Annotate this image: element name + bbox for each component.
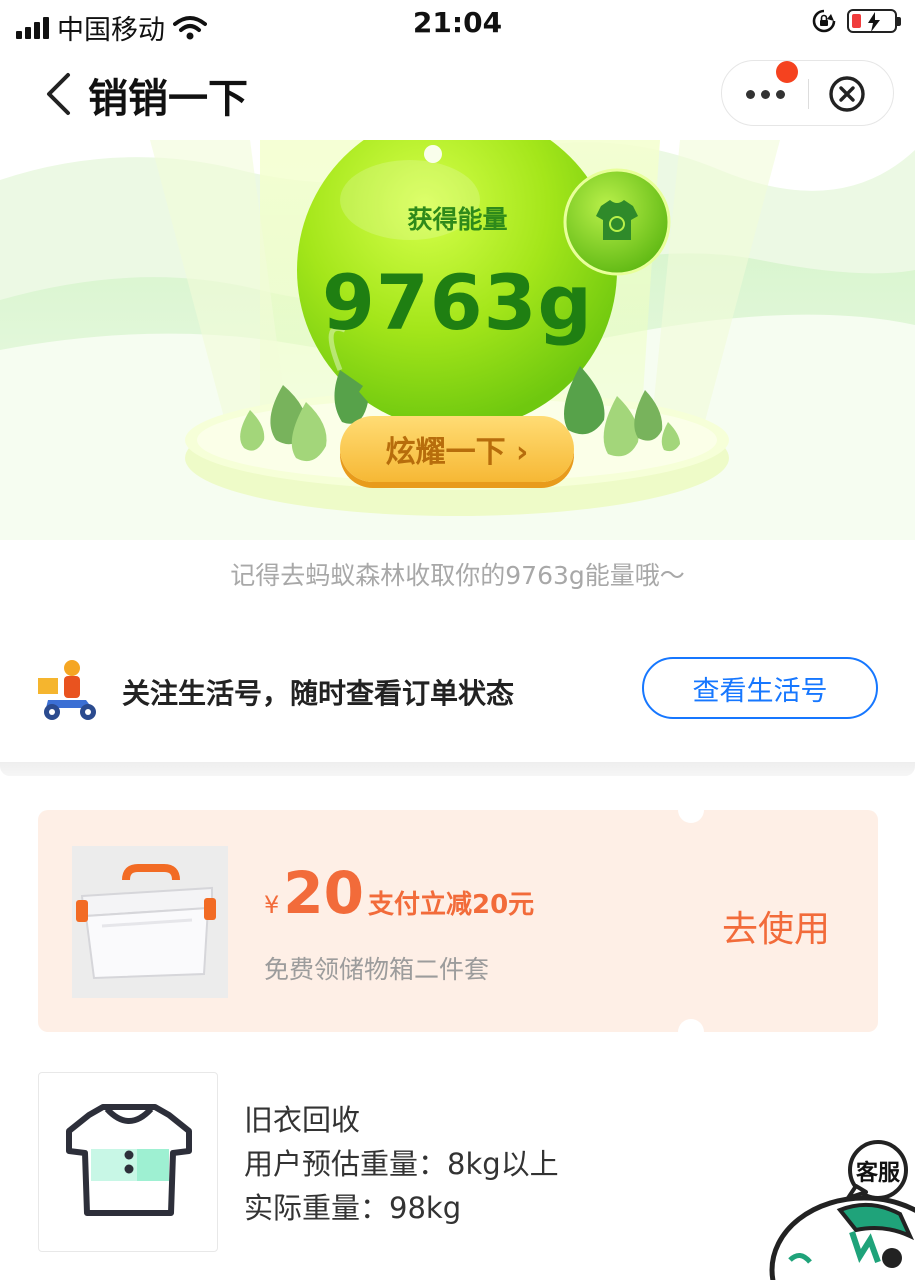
battery-icon [847, 9, 901, 33]
storage-box-image [72, 846, 228, 998]
currency-symbol: ¥ [264, 891, 280, 919]
service-label: 客服 [856, 1160, 901, 1186]
customer-service-button[interactable]: 客服 [760, 1140, 915, 1280]
nav-bar: 销销一下 [0, 48, 915, 140]
coupon-description: 支付立减20元 [368, 890, 535, 920]
tshirt-icon [66, 1104, 192, 1216]
energy-label: 获得能量 [407, 205, 508, 234]
coupon-notch-bottom [678, 1019, 704, 1045]
section-divider [0, 762, 915, 776]
back-arrow-icon[interactable] [44, 72, 74, 116]
tshirt-thumbnail [38, 1072, 218, 1252]
close-circle-icon[interactable] [828, 75, 866, 113]
status-time: 21:04 [412, 6, 503, 39]
coupon-notch-top [678, 797, 704, 823]
capsule-divider [808, 79, 809, 109]
status-bar: 中国移动 21:04 [0, 0, 915, 48]
status-right [811, 8, 901, 34]
order-info: 旧衣回收 用户预估重量：8kg以上 实际重量：98kg [244, 1098, 559, 1230]
coupon-amount: ¥ 20 支付立减20元 [264, 864, 534, 922]
order-actual-weight: 实际重量：98kg [244, 1191, 462, 1225]
energy-hero: 获得能量 9763g 炫耀一下 › [0, 140, 915, 540]
notification-dot [776, 61, 798, 83]
follow-row: 关注生活号，随时查看订单状态 查看生活号 [0, 640, 915, 736]
show-off-button[interactable]: 炫耀一下 › [340, 416, 574, 482]
mini-program-capsule [721, 60, 894, 126]
view-life-account-button[interactable]: 查看生活号 [642, 657, 878, 719]
coupon-subtitle: 免费领储物箱二件套 [264, 955, 490, 984]
order-title: 旧衣回收 [244, 1103, 361, 1137]
rotation-lock-icon [812, 9, 836, 33]
energy-value: 9763g [322, 258, 593, 347]
forest-reminder: 记得去蚂蚁森林收取你的9763g能量哦～ [230, 561, 685, 590]
order-estimated-weight: 用户预估重量：8kg以上 [244, 1147, 559, 1181]
delivery-rider-icon [38, 660, 96, 720]
more-dots-icon [745, 89, 755, 99]
page-title: 销销一下 [88, 76, 248, 122]
coupon-value: 20 [283, 859, 364, 927]
use-coupon-button[interactable]: 去使用 [722, 900, 830, 952]
follow-text: 关注生活号，随时查看订单状态 [122, 677, 515, 710]
coupon-card[interactable]: ¥ 20 支付立减20元 免费领储物箱二件套 去使用 [38, 797, 878, 1045]
